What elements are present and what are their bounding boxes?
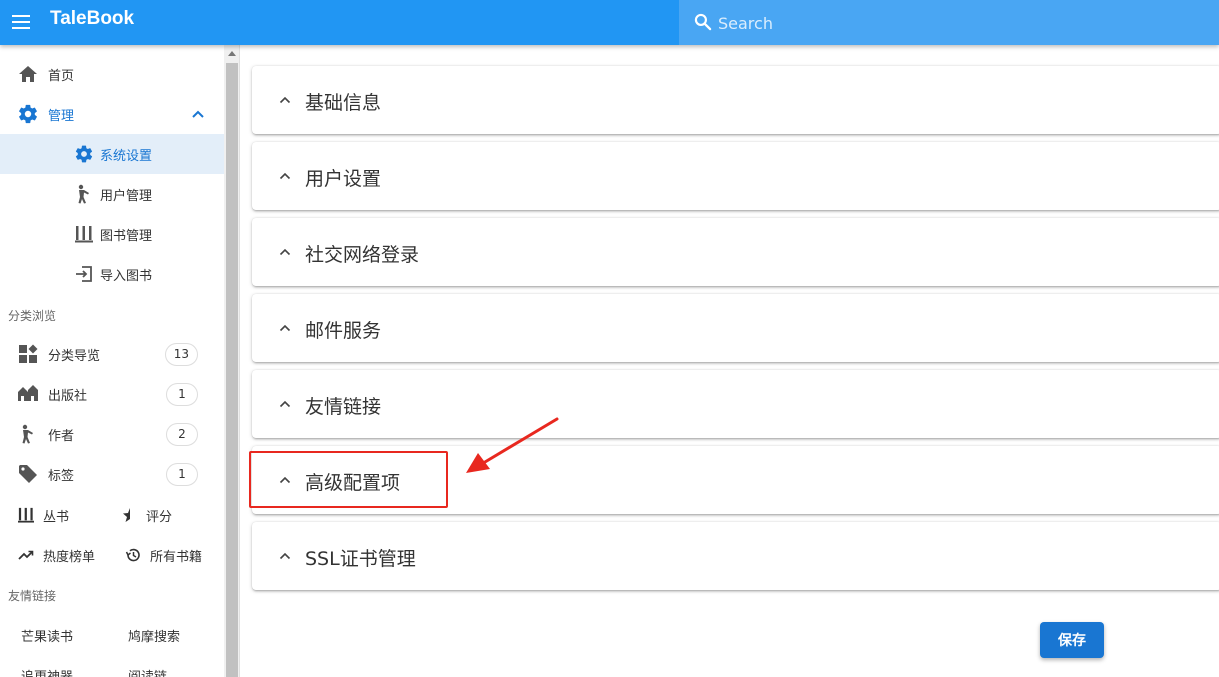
tag-icon	[17, 463, 39, 485]
gear-icon	[73, 143, 95, 165]
sidebar-item-label: 评分	[146, 509, 173, 525]
import-icon	[73, 263, 95, 285]
home-icon	[17, 63, 39, 85]
panel-title: 友情链接	[305, 396, 382, 418]
chevron-up-icon	[279, 172, 291, 180]
annotation-arrow-icon	[466, 417, 559, 473]
count-badge: 2	[166, 423, 198, 446]
sidebar-item-label: 热度榜单	[43, 549, 96, 565]
books-icon	[73, 223, 95, 245]
app-title[interactable]: TaleBook	[50, 8, 134, 30]
person-icon	[17, 423, 39, 445]
friend-link[interactable]: 追更神器	[21, 655, 73, 677]
sidebar-item-publishers[interactable]: 出版社 1	[0, 374, 224, 414]
panel-mail-service[interactable]: 邮件服务	[252, 294, 1219, 362]
star-half-icon	[120, 506, 138, 524]
person-icon	[73, 183, 95, 205]
count-badge: 1	[166, 383, 198, 406]
sidebar-item-label: 作者	[48, 428, 75, 444]
panel-user-settings[interactable]: 用户设置	[252, 142, 1219, 210]
scroll-up-arrow[interactable]	[228, 51, 236, 56]
sidebar-item-user-management[interactable]: 用户管理	[0, 174, 224, 214]
panel-title: 邮件服务	[305, 320, 382, 342]
scrollbar-thumb[interactable]	[226, 63, 238, 677]
panel-title: SSL证书管理	[305, 548, 416, 570]
history-icon	[124, 546, 142, 564]
panel-social-login[interactable]: 社交网络登录	[252, 218, 1219, 286]
sidebar-item-label: 首页	[48, 68, 75, 84]
sidebar-item-trending[interactable]: 热度榜单	[17, 535, 95, 575]
sidebar-item-home[interactable]: 首页	[0, 54, 224, 94]
sidebar-item-label: 标签	[48, 468, 75, 484]
sidebar-item-manage[interactable]: 管理	[0, 94, 224, 134]
sidebar-item-label: 导入图书	[100, 268, 153, 284]
sidebar-item-label: 出版社	[48, 388, 88, 404]
settings-main: 基础信息 用户设置 社交网络登录 邮件服务 友情链接 高级配置项 SSL证书管理	[241, 45, 1219, 677]
panel-title: 用户设置	[305, 168, 382, 190]
sidebar-item-book-management[interactable]: 图书管理	[0, 214, 224, 254]
sidebar-scrollbar[interactable]	[224, 45, 240, 677]
panel-friend-links[interactable]: 友情链接	[252, 370, 1219, 438]
menu-icon[interactable]	[10, 10, 34, 34]
chevron-up-icon	[279, 476, 291, 484]
panel-advanced-config[interactable]: 高级配置项	[252, 446, 1219, 514]
sidebar-item-label: 图书管理	[100, 228, 153, 244]
chevron-up-icon	[279, 96, 291, 104]
sidebar-item-authors[interactable]: 作者 2	[0, 414, 224, 454]
friend-link[interactable]: 阅读链	[128, 655, 167, 677]
app-bar: TaleBook	[0, 0, 1219, 45]
save-button[interactable]: 保存	[1040, 622, 1104, 658]
panel-ssl-certificates[interactable]: SSL证书管理	[252, 522, 1219, 590]
panel-basic-info[interactable]: 基础信息	[252, 66, 1219, 134]
trending-icon	[17, 546, 35, 564]
panel-title: 高级配置项	[305, 472, 401, 494]
sidebar: 首页 管理 系统设置 用户管理 图书管理 导入图书 分类浏览 分类导览 13 出…	[0, 45, 224, 677]
sidebar-item-label: 系统设置	[100, 148, 153, 164]
search-input[interactable]	[718, 11, 1198, 35]
chevron-up-icon[interactable]	[192, 108, 204, 120]
sidebar-item-tags[interactable]: 标签 1	[0, 454, 224, 494]
chevron-up-icon	[279, 324, 291, 332]
friend-link[interactable]: 鸠摩搜索	[128, 615, 180, 655]
category-icon	[17, 343, 39, 365]
chevron-up-icon	[279, 552, 291, 560]
search-box[interactable]	[679, 0, 1219, 45]
sidebar-item-label: 分类导览	[48, 348, 101, 364]
count-badge: 1	[166, 463, 198, 486]
books-icon	[17, 506, 35, 524]
sidebar-item-all-books[interactable]: 所有书籍	[124, 535, 202, 575]
search-icon	[694, 13, 712, 31]
gear-icon	[17, 103, 39, 125]
sidebar-item-label: 丛书	[43, 509, 70, 525]
sidebar-item-system-settings[interactable]: 系统设置	[0, 134, 224, 174]
friend-link[interactable]: 芒果读书	[21, 615, 73, 655]
panel-title: 社交网络登录	[305, 244, 420, 266]
section-label-browse: 分类浏览	[8, 309, 57, 323]
sidebar-item-label: 所有书籍	[150, 549, 203, 565]
sidebar-item-import-books[interactable]: 导入图书	[0, 254, 224, 294]
sidebar-item-label: 用户管理	[100, 188, 153, 204]
section-label-links: 友情链接	[8, 589, 57, 603]
sidebar-item-series[interactable]: 丛书	[17, 495, 69, 535]
chevron-up-icon	[279, 400, 291, 408]
count-badge: 13	[164, 343, 198, 366]
chevron-up-icon	[279, 248, 291, 256]
panel-title: 基础信息	[305, 92, 382, 114]
sidebar-item-categories[interactable]: 分类导览 13	[0, 334, 224, 374]
publisher-icon	[17, 383, 39, 405]
sidebar-item-label: 管理	[48, 108, 75, 124]
sidebar-item-rating[interactable]: 评分	[120, 495, 172, 535]
